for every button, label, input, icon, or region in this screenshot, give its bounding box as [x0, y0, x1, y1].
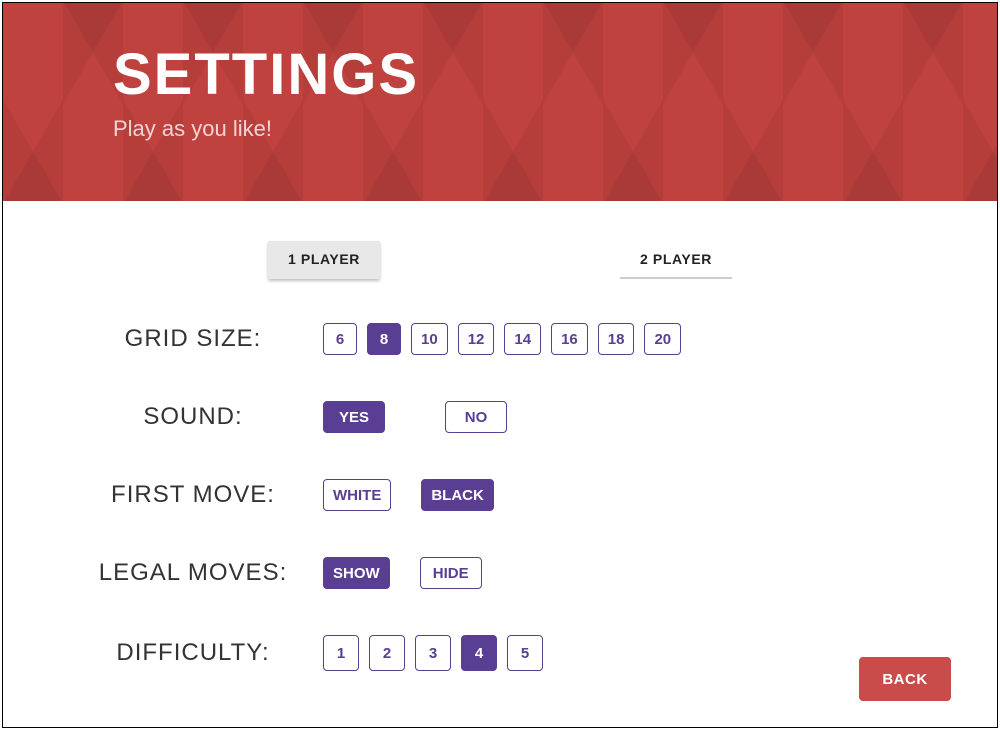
grid-size-option[interactable]: 16	[551, 323, 588, 355]
page-title: SETTINGS	[113, 45, 997, 106]
label-difficulty: DIFFICULTY:	[63, 639, 323, 667]
label-grid-size: GRID SIZE:	[63, 325, 323, 353]
settings-screen: SETTINGS Play as you like! 1 PLAYER 2 PL…	[2, 2, 998, 728]
grid-size-option[interactable]: 20	[644, 323, 681, 355]
first-move-option-white[interactable]: WHITE	[323, 479, 391, 511]
grid-size-option[interactable]: 6	[323, 323, 357, 355]
sound-option-no[interactable]: NO	[445, 401, 507, 433]
row-difficulty: DIFFICULTY: 1 2 3 4 5	[63, 635, 937, 671]
difficulty-option[interactable]: 4	[461, 635, 497, 671]
grid-size-option[interactable]: 14	[504, 323, 541, 355]
label-first-move: FIRST MOVE:	[63, 481, 323, 509]
grid-size-option[interactable]: 8	[367, 323, 401, 355]
grid-size-options: 6 8 10 12 14 16 18 20	[323, 323, 681, 355]
row-legal-moves: LEGAL MOVES: SHOW HIDE	[63, 557, 937, 589]
legal-moves-option-show[interactable]: SHOW	[323, 557, 390, 589]
difficulty-option[interactable]: 1	[323, 635, 359, 671]
row-sound: SOUND: YES NO	[63, 401, 937, 433]
label-legal-moves: LEGAL MOVES:	[63, 559, 323, 587]
settings-panel: GRID SIZE: 6 8 10 12 14 16 18 20 SOUND: …	[3, 323, 997, 671]
difficulty-option[interactable]: 5	[507, 635, 543, 671]
sound-option-yes[interactable]: YES	[323, 401, 385, 433]
row-first-move: FIRST MOVE: WHITE BLACK	[63, 479, 937, 511]
first-move-option-black[interactable]: BLACK	[421, 479, 494, 511]
row-grid-size: GRID SIZE: 6 8 10 12 14 16 18 20	[63, 323, 937, 355]
tab-one-player[interactable]: 1 PLAYER	[268, 241, 380, 279]
grid-size-option[interactable]: 10	[411, 323, 448, 355]
legal-moves-options: SHOW HIDE	[323, 557, 482, 589]
grid-size-option[interactable]: 12	[458, 323, 495, 355]
difficulty-options: 1 2 3 4 5	[323, 635, 543, 671]
header: SETTINGS Play as you like!	[3, 3, 997, 201]
tab-two-player[interactable]: 2 PLAYER	[620, 241, 732, 279]
sound-options: YES NO	[323, 401, 507, 433]
player-count-tabs: 1 PLAYER 2 PLAYER	[3, 201, 997, 279]
difficulty-option[interactable]: 2	[369, 635, 405, 671]
label-sound: SOUND:	[63, 403, 323, 431]
first-move-options: WHITE BLACK	[323, 479, 494, 511]
grid-size-option[interactable]: 18	[598, 323, 635, 355]
difficulty-option[interactable]: 3	[415, 635, 451, 671]
back-button[interactable]: BACK	[859, 657, 951, 701]
legal-moves-option-hide[interactable]: HIDE	[420, 557, 482, 589]
page-subtitle: Play as you like!	[113, 116, 997, 142]
